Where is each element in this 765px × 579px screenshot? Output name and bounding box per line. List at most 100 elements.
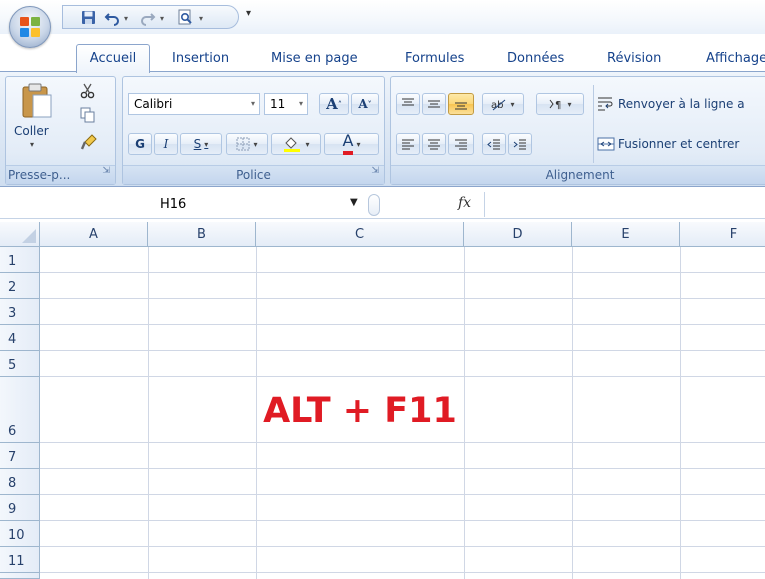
row-header-10[interactable]: 10 bbox=[0, 521, 40, 547]
font-size-dropdown-icon[interactable]: ▾ bbox=[299, 94, 303, 114]
underline-dropdown-icon[interactable]: ▾ bbox=[204, 140, 208, 149]
align-left-button[interactable] bbox=[396, 133, 420, 155]
title-bar: ▾ ▾ ▾ ▾ bbox=[0, 0, 765, 48]
column-header-a[interactable]: A bbox=[40, 222, 148, 247]
formula-input[interactable] bbox=[484, 192, 765, 217]
shrink-font-button[interactable]: A ˅ bbox=[351, 93, 379, 115]
cut-icon[interactable] bbox=[80, 83, 96, 102]
undo-icon[interactable] bbox=[103, 9, 121, 26]
italic-button[interactable]: I bbox=[154, 133, 178, 155]
gridline bbox=[572, 247, 573, 579]
save-icon[interactable] bbox=[79, 9, 97, 26]
row-header-8[interactable]: 8 bbox=[0, 469, 40, 495]
customize-toolbar-icon[interactable]: ▾ bbox=[246, 8, 251, 19]
copy-icon[interactable] bbox=[80, 107, 96, 126]
clipboard-group-label: Presse-p... ⇲ bbox=[6, 165, 115, 184]
row-header-4[interactable]: 4 bbox=[0, 325, 40, 351]
align-center-button[interactable] bbox=[422, 133, 446, 155]
gridline bbox=[40, 572, 765, 573]
fill-color-button[interactable]: ▾ bbox=[271, 133, 321, 155]
text-direction-button[interactable]: ¶ ▾ bbox=[536, 93, 584, 115]
font-name-combo[interactable]: Calibri ▾ bbox=[128, 93, 260, 115]
tab-insertion[interactable]: Insertion bbox=[172, 48, 229, 72]
tab-accueil[interactable]: Accueil bbox=[76, 44, 150, 73]
row-header-5[interactable]: 5 bbox=[0, 351, 40, 377]
row-header-12[interactable] bbox=[0, 573, 40, 579]
tab-affichage[interactable]: Affichage bbox=[706, 48, 765, 72]
font-color-button[interactable]: A ▾ bbox=[324, 132, 379, 155]
text-direction-dropdown-icon[interactable]: ▾ bbox=[567, 100, 571, 109]
row-header-9[interactable]: 9 bbox=[0, 495, 40, 521]
gridline bbox=[40, 376, 765, 377]
row-header-7[interactable]: 7 bbox=[0, 443, 40, 469]
borders-icon bbox=[236, 137, 250, 151]
row-header-11[interactable]: 11 bbox=[0, 547, 40, 573]
borders-dropdown-icon[interactable]: ▾ bbox=[253, 140, 257, 149]
cell-c6[interactable]: ALT + F11 bbox=[256, 378, 464, 443]
bold-label: G bbox=[135, 137, 145, 151]
clipboard-group-label-text: Presse-p... bbox=[8, 168, 71, 182]
tab-formules[interactable]: Formules bbox=[405, 48, 464, 72]
borders-button[interactable]: ▾ bbox=[226, 133, 268, 155]
tab-donnees[interactable]: Données bbox=[507, 48, 564, 72]
orientation-button[interactable]: ab ▾ bbox=[482, 93, 524, 115]
font-name-dropdown-icon[interactable]: ▾ bbox=[251, 94, 255, 114]
select-all-button[interactable] bbox=[0, 222, 40, 247]
format-painter-icon[interactable] bbox=[80, 133, 98, 154]
clipboard-group: Coller ▾ Presse-p... ⇲ bbox=[5, 76, 116, 185]
increase-indent-button[interactable] bbox=[508, 133, 532, 155]
italic-label: I bbox=[163, 137, 169, 151]
align-center-icon bbox=[428, 139, 440, 150]
tab-revision[interactable]: Révision bbox=[607, 48, 661, 72]
column-header-c[interactable]: C bbox=[256, 222, 464, 247]
align-right-button[interactable] bbox=[448, 133, 474, 155]
decrease-indent-button[interactable] bbox=[482, 133, 506, 155]
row-header-6[interactable]: 6 bbox=[0, 377, 40, 443]
wrap-text-button[interactable]: Renvoyer à la ligne a bbox=[597, 93, 745, 115]
paste-dropdown-icon: ▾ bbox=[30, 140, 35, 149]
font-color-dropdown-icon[interactable]: ▾ bbox=[356, 140, 360, 149]
orientation-icon: ab bbox=[491, 99, 506, 111]
merge-center-icon bbox=[597, 137, 615, 151]
redo-dropdown-icon[interactable]: ▾ bbox=[160, 14, 164, 23]
column-header-d[interactable]: D bbox=[464, 222, 572, 247]
grow-font-button[interactable]: A ˄ bbox=[319, 93, 349, 115]
row-header-3[interactable]: 3 bbox=[0, 299, 40, 325]
underline-button[interactable]: S ▾ bbox=[180, 133, 222, 155]
align-middle-button[interactable] bbox=[422, 93, 446, 115]
align-bottom-icon bbox=[455, 102, 467, 110]
formula-bar-splitter[interactable] bbox=[368, 194, 380, 216]
align-bottom-button[interactable] bbox=[448, 93, 474, 115]
undo-dropdown-icon[interactable]: ▾ bbox=[124, 14, 128, 23]
redo-icon[interactable] bbox=[139, 9, 157, 26]
clipboard-launcher-icon[interactable]: ⇲ bbox=[102, 162, 110, 180]
bold-button[interactable]: G bbox=[128, 133, 152, 155]
column-header-f[interactable]: F bbox=[680, 222, 765, 247]
orientation-dropdown-icon[interactable]: ▾ bbox=[510, 100, 514, 109]
fill-color-dropdown-icon[interactable]: ▾ bbox=[305, 140, 309, 149]
tab-mise-en-page[interactable]: Mise en page bbox=[271, 48, 358, 72]
print-preview-icon[interactable] bbox=[175, 9, 195, 26]
merge-center-button[interactable]: Fusionner et centrer bbox=[597, 133, 739, 155]
paste-label: Coller bbox=[14, 124, 49, 138]
paste-button[interactable]: Coller ▾ bbox=[12, 80, 62, 158]
name-box-dropdown-icon[interactable]: ▼ bbox=[350, 197, 358, 208]
column-header-b[interactable]: B bbox=[148, 222, 256, 247]
print-preview-dropdown-icon[interactable]: ▾ bbox=[199, 14, 203, 23]
gridline bbox=[148, 247, 149, 579]
name-box[interactable]: H16 bbox=[155, 195, 365, 215]
row-header-2[interactable]: 2 bbox=[0, 273, 40, 299]
alignment-divider bbox=[593, 85, 594, 163]
column-header-e[interactable]: E bbox=[572, 222, 680, 247]
row-header-1[interactable]: 1 bbox=[0, 247, 40, 273]
align-top-button[interactable] bbox=[396, 93, 420, 115]
office-button[interactable] bbox=[9, 6, 51, 48]
insert-function-icon[interactable]: fx bbox=[458, 195, 471, 211]
font-group-label-text: Police bbox=[236, 168, 271, 182]
wrap-text-label: Renvoyer à la ligne a bbox=[618, 97, 745, 111]
wrap-text-icon bbox=[598, 97, 613, 111]
alignment-group-label-text: Alignement bbox=[545, 168, 615, 182]
font-size-combo[interactable]: 11 ▾ bbox=[264, 93, 308, 115]
shrink-font-label: A bbox=[358, 97, 368, 111]
font-launcher-icon[interactable]: ⇲ bbox=[371, 162, 379, 180]
